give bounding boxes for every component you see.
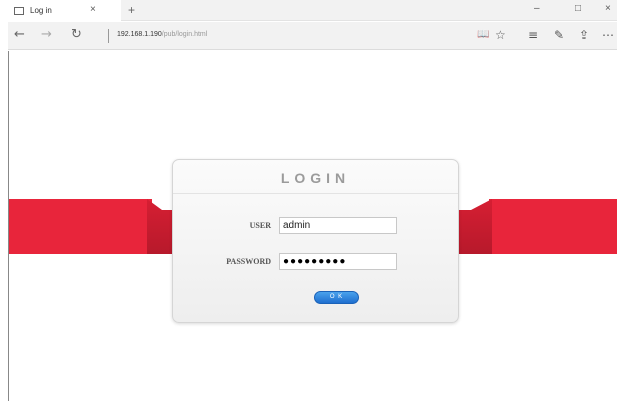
share-icon[interactable]: ⇪ <box>579 28 589 42</box>
ribbon-right-fold <box>457 199 492 254</box>
browser-tab[interactable]: Log in × <box>8 0 121 21</box>
password-input-value: ●●●●●●●●● <box>283 256 347 267</box>
password-label: PASSWORD <box>226 257 271 266</box>
user-label: USER <box>249 221 271 230</box>
ribbon-right <box>489 199 617 254</box>
user-input[interactable]: admin <box>279 217 397 234</box>
password-input[interactable]: ●●●●●●●●● <box>279 253 397 270</box>
reading-view-icon[interactable]: 📖 <box>477 28 489 42</box>
ok-button[interactable]: O K <box>314 291 359 304</box>
ribbon-left-fold <box>147 199 172 254</box>
login-title: LOGIN <box>173 160 458 194</box>
maximize-icon[interactable]: □ <box>575 3 581 14</box>
page-content: LOGIN USER admin PASSWORD ●●●●●●●●● O K <box>8 51 617 401</box>
hub-icon[interactable]: ≡ <box>528 28 538 42</box>
tab-close-icon[interactable]: × <box>90 5 96 15</box>
web-note-icon[interactable]: ✎ <box>554 28 564 42</box>
user-input-value: admin <box>283 220 311 231</box>
ribbon-left <box>9 199 152 254</box>
close-window-icon[interactable]: × <box>605 3 611 14</box>
back-icon[interactable]: ← <box>14 28 25 42</box>
url-path: /pub/login.html <box>161 31 208 38</box>
url-host: 192.168.1.190 <box>117 31 162 38</box>
favorite-star-icon[interactable]: ☆ <box>495 28 506 42</box>
address-bar: ← → ↻ 192.168.1.190/pub/login.html 📖 ☆ ≡… <box>8 22 617 50</box>
page-icon <box>14 6 24 15</box>
minimize-icon[interactable]: – <box>534 3 540 14</box>
title-bar: Log in × + – □ × <box>8 0 617 21</box>
new-tab-icon[interactable]: + <box>128 3 135 17</box>
tab-title: Log in <box>30 6 52 15</box>
refresh-icon[interactable]: ↻ <box>71 28 82 42</box>
forward-icon[interactable]: → <box>41 28 52 42</box>
login-panel: LOGIN USER admin PASSWORD ●●●●●●●●● O K <box>172 159 459 323</box>
more-icon[interactable]: ⋯ <box>602 28 614 42</box>
address-divider <box>108 29 109 43</box>
url-field[interactable]: 192.168.1.190/pub/login.html <box>117 31 207 38</box>
